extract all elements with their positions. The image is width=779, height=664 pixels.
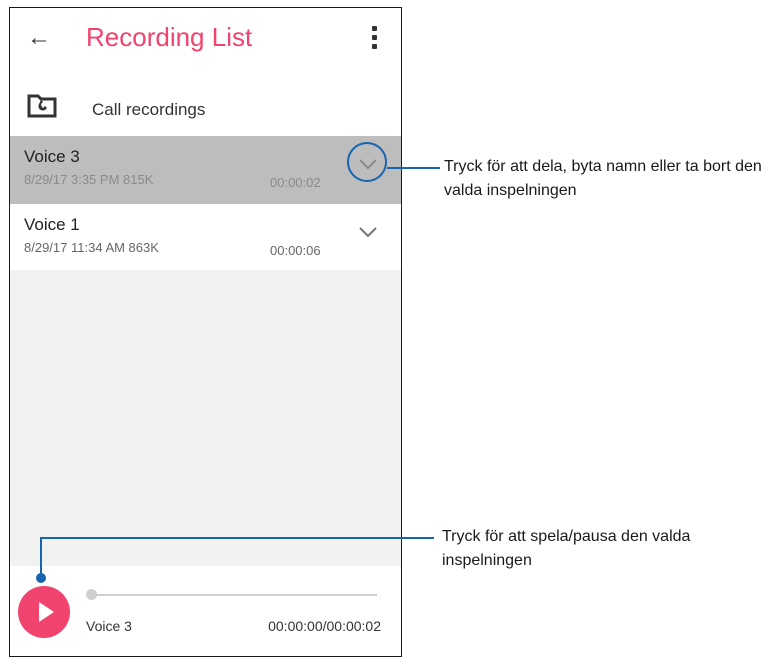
- player-time: 00:00:00/00:00:02: [268, 618, 381, 634]
- callout-circle: [347, 142, 387, 182]
- recording-duration: 00:00:02: [270, 175, 321, 190]
- recording-meta: 8/29/17 11:34 AM 863K: [24, 240, 159, 255]
- phone-screen: ← Recording List Call recordings Voice 3…: [9, 7, 402, 657]
- play-icon[interactable]: [18, 586, 70, 638]
- callout-line: [40, 537, 42, 577]
- callout-line: [40, 537, 434, 539]
- seek-track[interactable]: [92, 594, 377, 596]
- folder-row[interactable]: Call recordings: [10, 78, 401, 136]
- player-bar: Voice 3 00:00:00/00:00:02: [10, 566, 401, 656]
- app-bar: ← Recording List: [10, 8, 401, 74]
- more-vert-icon[interactable]: [371, 26, 379, 52]
- chevron-down-icon[interactable]: [357, 224, 379, 240]
- folder-label: Call recordings: [92, 100, 206, 119]
- page-title: Recording List: [86, 22, 253, 52]
- recording-duration: 00:00:06: [270, 243, 321, 258]
- list-item[interactable]: Voice 3 8/29/17 3:35 PM 815K 00:00:02: [10, 136, 401, 204]
- list-item[interactable]: Voice 1 8/29/17 11:34 AM 863K 00:00:06: [10, 204, 401, 270]
- recording-meta: 8/29/17 3:35 PM 815K: [24, 172, 154, 187]
- recording-name: Voice 3: [24, 147, 80, 166]
- recording-name: Voice 1: [24, 215, 80, 234]
- arrow-left-icon[interactable]: ←: [27, 24, 55, 52]
- folder-call-icon: [27, 94, 57, 118]
- seek-thumb[interactable]: [86, 589, 97, 600]
- annotation-bottom: Tryck för att spela/pausa den valda insp…: [442, 528, 691, 569]
- callout-line: [387, 167, 440, 169]
- player-title: Voice 3: [86, 618, 132, 634]
- annotation-top: Tryck för att dela, byta namn eller ta b…: [444, 158, 762, 199]
